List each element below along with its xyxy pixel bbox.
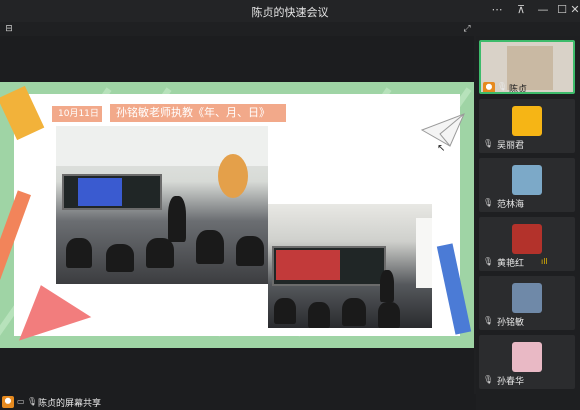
participant-name: 陈贞 [509,85,528,94]
close-button[interactable]: ✕ [568,3,580,17]
microphone-icon: 🎙 [497,82,508,91]
participant-tile[interactable]: 🎙 吴丽君 [479,99,575,153]
maximize-button[interactable]: ☐ [555,3,569,17]
teacher-figure [380,270,394,302]
participant-name: 吴丽君 [497,141,525,151]
participant-tile[interactable]: 🎙 孙铭敏 [479,276,575,330]
title-bar: 陈贞的快速会议 ⋯ ⊼ — ☐ ✕ [0,0,580,22]
microphone-icon: 🎙 [483,257,494,266]
microphone-icon: 🎙 [27,397,38,406]
meeting-window: 陈贞的快速会议 ⋯ ⊼ — ☐ ✕ ⊟ ⤢ 10月11日 孙铭敏老师执教《年、月… [0,0,580,410]
host-icon: ⯃ [2,396,14,408]
participant-tile[interactable]: ⯃ 🎙 陈贞 [479,40,575,94]
more-icon[interactable]: ⋯ [490,3,504,17]
layout-icon[interactable]: ⊟ [4,24,14,34]
teacher-figure [168,196,186,242]
speaking-indicator-icon: ıll [541,257,548,266]
pin-icon[interactable]: ⊼ [514,3,528,17]
slide-caption: 孙铭敏老师执教《年、月、日》 [110,104,286,122]
share-status-label: 陈贞的屏幕共享 [38,399,102,409]
participant-tile[interactable]: 🎙 孙春华 [479,335,575,389]
participant-tile[interactable]: 🎙 范林海 [479,158,575,212]
classroom-photo [268,204,432,328]
projector-screen [78,178,122,206]
participant-name: 孙春华 [497,377,525,387]
host-icon: ⯃ [483,82,495,92]
participant-name: 孙铭敏 [497,318,525,328]
mouse-cursor-icon: ↖ [437,143,446,154]
wall-tree-decor [218,154,248,198]
avatar [512,165,542,195]
minimize-button[interactable]: — [536,3,550,17]
microphone-icon: 🎙 [483,375,494,384]
participant-name: 范林海 [497,200,525,210]
classroom-photo [56,126,268,284]
participant-name: 黄艳红 [497,259,525,269]
avatar [512,106,542,136]
projector-screen [276,250,340,280]
expand-icon[interactable]: ⤢ [462,24,472,34]
share-status-bar: ⯃ ▭ 🎙 陈贞的屏幕共享 [0,394,476,410]
date-tag: 10月11日 [52,106,102,122]
participant-list: ⯃ 🎙 陈贞 🎙 吴丽君 🎙 范林海 🎙 黄艳红 ıll 🎙 孙铭敏 🎙 孙春华 [476,36,580,410]
avatar [512,342,542,372]
microphone-icon: 🎙 [483,316,494,325]
avatar [512,283,542,313]
view-toolbar [0,22,580,36]
microphone-icon: 🎙 [483,139,494,148]
avatar [512,224,542,254]
microphone-icon: 🎙 [483,198,494,207]
screen-share-icon: ▭ [17,397,25,406]
participant-tile[interactable]: 🎙 黄艳红 ıll [479,217,575,271]
